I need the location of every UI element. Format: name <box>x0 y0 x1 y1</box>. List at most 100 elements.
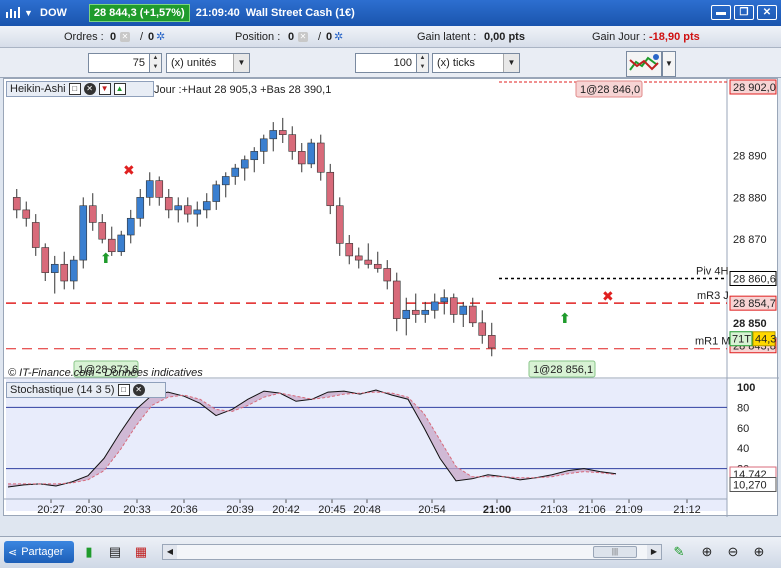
price-panel-title: Heikin-Ashi □ ✕ ▼ ▲ <box>6 81 154 97</box>
time-label: 20:33 <box>123 504 151 516</box>
pivot-label: Piv 4H <box>696 265 728 277</box>
gear-icon[interactable]: ✲ <box>334 31 343 43</box>
stoch-panel-title: Stochastique (14 3 5) □ ✕ <box>6 382 166 398</box>
candle-body <box>459 305 468 315</box>
candle-body <box>345 243 354 257</box>
price-tag-mr3: 28 854,7 <box>733 298 776 310</box>
candle-body <box>269 130 278 140</box>
position-value-2: 0 <box>326 30 333 43</box>
chevron-down-icon[interactable]: ▼ <box>503 54 519 72</box>
candle-body <box>12 197 21 211</box>
orders-separator: / <box>140 30 144 43</box>
ruler-icon[interactable]: ✎ <box>670 543 688 561</box>
candle-body <box>449 297 458 315</box>
stoch-tick-100: 100 <box>737 382 755 394</box>
stoch-tick-60: 60 <box>737 423 749 435</box>
time-label: 20:42 <box>272 504 300 516</box>
controls-bar: 75 ▲ ▼ (x) unités ▼ 100 ▲ ▼ (x) ticks ▼ ▼ <box>0 48 781 78</box>
stoch-value-2: 10,270 <box>733 479 767 491</box>
cancel-orders-icon[interactable]: ✕ <box>120 31 130 42</box>
candle-body <box>136 197 145 219</box>
clock-time: 21:09:40 <box>195 7 240 19</box>
price-tag-902: 28 902,0 <box>733 82 776 94</box>
candle-body <box>373 263 382 269</box>
time-label: 21:03 <box>540 504 568 516</box>
strategy-tool-button[interactable] <box>626 51 662 77</box>
candle-body <box>126 217 135 236</box>
time-label: 20:36 <box>170 504 198 516</box>
zoom-fit-icon[interactable]: ⊕ <box>698 543 716 561</box>
time-label: 20:45 <box>318 504 346 516</box>
candle-body <box>402 309 411 319</box>
candle-body <box>202 201 211 211</box>
close-icon[interactable]: ✕ <box>757 5 777 20</box>
close-panel-icon[interactable]: ✕ <box>83 83 96 95</box>
time-label: 21:06 <box>578 504 606 516</box>
candle-body <box>50 263 59 273</box>
zoom-out-icon[interactable]: ⊖ <box>724 543 742 561</box>
ticks-input[interactable]: 100 <box>355 53 417 73</box>
quantity-stepper[interactable]: ▲ ▼ <box>150 53 162 73</box>
day-range-info: Jour :+Haut 28 905,3 +Bas 28 390,1 <box>154 84 331 96</box>
quantity-unit-select[interactable]: (x) unités ▼ <box>166 53 250 73</box>
position-label: Position : <box>235 30 281 43</box>
quantity-input[interactable]: 75 <box>88 53 150 73</box>
order-tag-top: 1@28 846,0 <box>580 84 640 96</box>
candle-body <box>335 205 344 244</box>
price-plot-bg <box>6 81 727 377</box>
price-change-badge: 28 844,3 (+1,57%) <box>88 4 190 22</box>
time-label: 20:54 <box>418 504 446 516</box>
candle-body <box>326 171 335 207</box>
candle-body <box>364 259 373 265</box>
orders-value-1: 0 <box>110 30 117 43</box>
scroll-right-icon[interactable]: ▶ <box>647 545 661 559</box>
mr1-label: mR1 M <box>695 336 730 348</box>
candle-body <box>22 209 31 219</box>
title-bar: ▼ DOW 28 844,3 (+1,57%) 21:09:40 Wall St… <box>0 0 781 26</box>
price-tag-piv: 28 860,6 <box>733 273 776 285</box>
strategy-chart-icon <box>629 54 659 71</box>
chevron-down-icon[interactable]: ▼ <box>24 8 36 18</box>
candle-body <box>69 259 78 282</box>
restore-icon[interactable]: ❐ <box>734 5 754 20</box>
candle-type-icon[interactable]: ▮ <box>80 543 98 561</box>
ticker-symbol[interactable]: DOW <box>40 7 67 19</box>
close-panel-icon[interactable]: ✕ <box>132 384 145 396</box>
chevron-down-icon[interactable]: ▼ <box>233 54 249 72</box>
latent-gain-value: 0,00 pts <box>484 30 525 43</box>
move-down-icon[interactable]: ▼ <box>98 83 111 95</box>
maximize-panel-icon[interactable]: □ <box>68 83 81 95</box>
chart-icon[interactable] <box>4 5 22 21</box>
chart-canvas[interactable]: ✖ ✖ ⬆ ⬆ Jour :+Haut 28 905,3 +Bas 28 390,1 1@… <box>4 79 779 517</box>
chevron-down-icon[interactable]: ▼ <box>662 51 676 77</box>
candle-body <box>145 180 154 198</box>
gear-icon[interactable]: ✲ <box>156 31 165 43</box>
instrument-name: Wall Street Cash (1€) <box>245 7 355 19</box>
order-tag-bottom-right: 1@28 856,1 <box>533 364 593 376</box>
ticks-unit-select[interactable]: (x) ticks ▼ <box>432 53 520 73</box>
time-label: 21:09 <box>615 504 643 516</box>
candle-body <box>307 142 316 165</box>
indicators-icon[interactable]: ▦ <box>132 543 150 561</box>
time-scrollbar[interactable]: ◀ ||| ▶ <box>162 544 662 560</box>
candle-body <box>421 309 430 315</box>
candle-body <box>98 222 107 240</box>
ticks-badge: 71T <box>732 334 751 346</box>
sell-signal-icon: ✖ <box>123 163 135 179</box>
zoom-in-icon[interactable]: ⊕ <box>750 543 768 561</box>
share-button[interactable]: ⋖ Partager <box>4 541 74 563</box>
candle-body <box>259 138 268 152</box>
table-icon[interactable]: ▤ <box>106 543 124 561</box>
candle-body <box>183 205 192 215</box>
candle-body <box>212 184 221 202</box>
move-up-icon[interactable]: ▲ <box>113 83 126 95</box>
maximize-panel-icon[interactable]: □ <box>117 384 130 396</box>
day-gain-label: Gain Jour : <box>592 30 646 43</box>
minimize-icon[interactable]: ▬ <box>711 5 731 20</box>
chart-area[interactable]: ✖ ✖ ⬆ ⬆ Jour :+Haut 28 905,3 +Bas 28 390,1 1@… <box>3 78 779 517</box>
scroll-left-icon[interactable]: ◀ <box>163 545 177 559</box>
ticks-badge-val: 44,3 <box>755 334 776 346</box>
scrollbar-thumb[interactable]: ||| <box>593 546 637 558</box>
close-position-icon[interactable]: ✕ <box>298 31 308 42</box>
ticks-stepper[interactable]: ▲ ▼ <box>417 53 429 73</box>
